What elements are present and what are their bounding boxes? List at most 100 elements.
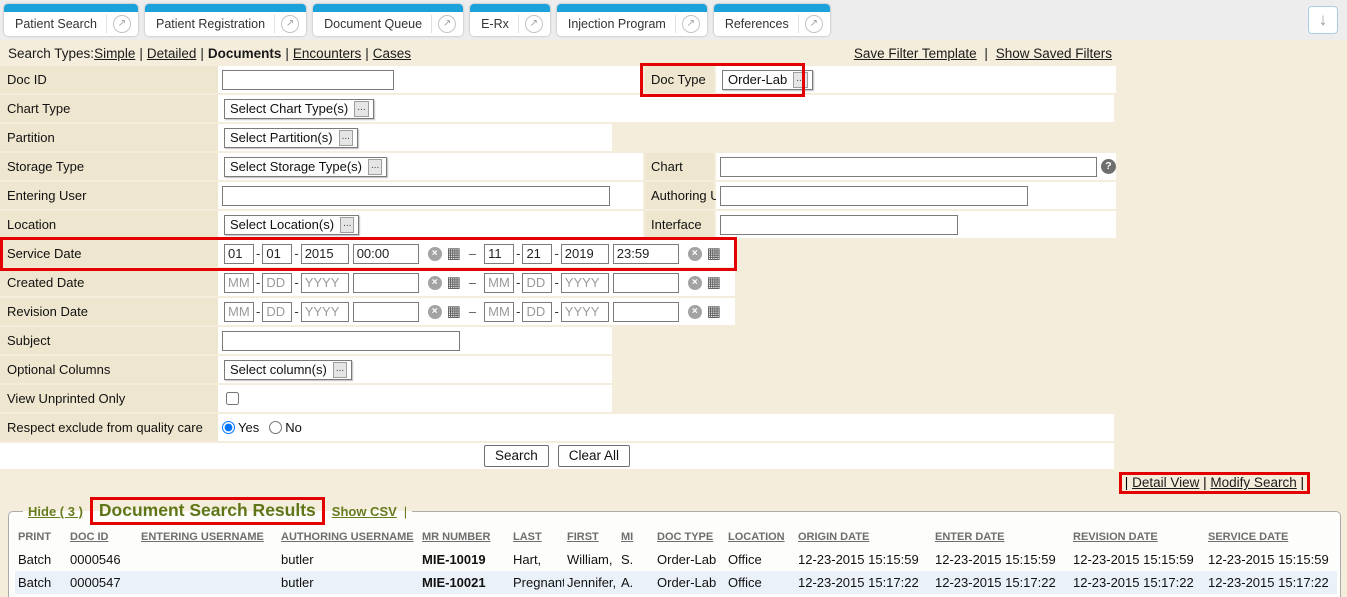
tab-scroll-down-button[interactable]: ↓ — [1308, 6, 1338, 34]
service-to-time-input[interactable] — [613, 244, 679, 264]
storage-type-select-button[interactable]: Select Storage Type(s) ... — [224, 157, 387, 177]
column-header-entering-username[interactable]: ENTERING USERNAME — [138, 527, 278, 548]
tab-patient-search[interactable]: Patient Search ↗ — [4, 4, 138, 36]
created-to-day-input[interactable] — [522, 273, 552, 293]
chart-input[interactable] — [720, 157, 1097, 177]
entering-user-input[interactable] — [222, 186, 610, 206]
tab-patient-registration[interactable]: Patient Registration ↗ — [145, 4, 306, 36]
column-header-doc-id[interactable]: DOC ID — [67, 527, 138, 548]
service-from-month-input[interactable] — [224, 244, 254, 264]
revision-from-year-input[interactable] — [301, 302, 349, 322]
clear-date-icon[interactable]: × — [428, 305, 442, 319]
help-icon[interactable]: ? — [1101, 159, 1116, 174]
save-filter-template-link[interactable]: Save Filter Template — [854, 46, 977, 61]
search-type-detailed[interactable]: Detailed — [147, 46, 197, 61]
revision-from-day-input[interactable] — [262, 302, 292, 322]
column-header-service-date[interactable]: SERVICE DATE — [1205, 527, 1337, 548]
service-from-time-input[interactable] — [353, 244, 419, 264]
created-from-day-input[interactable] — [262, 273, 292, 293]
revision-from-month-input[interactable] — [224, 302, 254, 322]
optional-columns-select-button[interactable]: Select column(s) ... — [224, 360, 352, 380]
column-header-last[interactable]: LAST — [510, 527, 564, 548]
tab-injection-program[interactable]: Injection Program ↗ — [557, 4, 707, 36]
tab-label: Document Queue — [324, 17, 422, 31]
created-from-year-input[interactable] — [301, 273, 349, 293]
popout-icon[interactable]: ↗ — [438, 15, 456, 33]
result-actions-row: | Detail View | Modify Search | — [0, 471, 1347, 495]
service-to-month-input[interactable] — [484, 244, 514, 264]
subject-input[interactable] — [222, 331, 460, 351]
show-saved-filters-link[interactable]: Show Saved Filters — [996, 46, 1112, 61]
column-header-authoring-username[interactable]: AUTHORING USERNAME — [278, 527, 419, 548]
cell-entering-username — [138, 571, 278, 594]
service-to-day-input[interactable] — [522, 244, 552, 264]
column-header-mi[interactable]: MI — [618, 527, 654, 548]
column-header-revision-date[interactable]: REVISION DATE — [1070, 527, 1205, 548]
service-from-day-input[interactable] — [262, 244, 292, 264]
respect-radio-no[interactable] — [269, 421, 282, 434]
column-header-location[interactable]: LOCATION — [725, 527, 795, 548]
column-header-enter-date[interactable]: ENTER DATE — [932, 527, 1070, 548]
popout-icon[interactable]: ↗ — [113, 15, 131, 33]
search-type-documents[interactable]: Documents — [208, 46, 282, 61]
detail-view-link[interactable]: Detail View — [1132, 475, 1199, 490]
doc-id-input[interactable] — [222, 70, 394, 90]
tab-document-queue[interactable]: Document Queue ↗ — [313, 4, 463, 36]
calendar-icon[interactable]: ▦ — [707, 275, 721, 290]
revision-to-time-input[interactable] — [613, 302, 679, 322]
tab-references[interactable]: References ↗ — [714, 4, 830, 36]
calendar-icon[interactable]: ▦ — [707, 246, 721, 261]
authoring-user-input[interactable] — [720, 186, 1028, 206]
service-from-year-input[interactable] — [301, 244, 349, 264]
popout-icon[interactable]: ↗ — [682, 15, 700, 33]
revision-from-time-input[interactable] — [353, 302, 419, 322]
row-view-unprinted: View Unprinted Only — [0, 385, 1347, 412]
search-type-simple[interactable]: Simple — [94, 46, 135, 61]
clear-date-icon[interactable]: × — [688, 305, 702, 319]
search-type-encounters[interactable]: Encounters — [293, 46, 361, 61]
view-unprinted-checkbox[interactable] — [226, 392, 239, 405]
column-header-origin-date[interactable]: ORIGIN DATE — [795, 527, 932, 548]
popout-icon[interactable]: ↗ — [805, 15, 823, 33]
column-header-first[interactable]: FIRST — [564, 527, 618, 548]
created-from-time-input[interactable] — [353, 273, 419, 293]
date-separator: - — [256, 246, 260, 261]
clear-all-button[interactable]: Clear All — [558, 445, 630, 467]
search-button[interactable]: Search — [484, 445, 549, 467]
clear-date-icon[interactable]: × — [428, 276, 442, 290]
show-csv-link[interactable]: Show CSV — [332, 504, 397, 519]
clear-date-icon[interactable]: × — [428, 247, 442, 261]
calendar-icon[interactable]: ▦ — [707, 304, 721, 319]
created-from-month-input[interactable] — [224, 273, 254, 293]
revision-to-month-input[interactable] — [484, 302, 514, 322]
tab-e-rx[interactable]: E-Rx ↗ — [470, 4, 550, 36]
created-to-time-input[interactable] — [613, 273, 679, 293]
calendar-icon[interactable]: ▦ — [447, 304, 461, 319]
interface-input[interactable] — [720, 215, 958, 235]
location-select-button[interactable]: Select Location(s) ... — [224, 215, 359, 235]
date-separator: - — [554, 246, 558, 261]
column-header-mr-number[interactable]: MR NUMBER — [419, 527, 510, 548]
doc-type-select-button[interactable]: Order-Lab ... — [722, 70, 813, 90]
calendar-icon[interactable]: ▦ — [447, 275, 461, 290]
popout-icon[interactable]: ↗ — [281, 15, 299, 33]
popout-icon[interactable]: ↗ — [525, 15, 543, 33]
respect-radio-yes[interactable] — [222, 421, 235, 434]
partition-select-button[interactable]: Select Partition(s) ... — [224, 128, 358, 148]
created-to-year-input[interactable] — [561, 273, 609, 293]
clear-date-icon[interactable]: × — [688, 276, 702, 290]
chart-type-select-button[interactable]: Select Chart Type(s) ... — [224, 99, 374, 119]
hide-results-link[interactable]: Hide ( 3 ) — [28, 504, 83, 519]
results-table: PRINTDOC IDENTERING USERNAMEAUTHORING US… — [15, 527, 1337, 597]
revision-to-year-input[interactable] — [561, 302, 609, 322]
results-legend: Hide ( 3 ) Document Search Results Show … — [23, 497, 412, 525]
calendar-icon[interactable]: ▦ — [447, 246, 461, 261]
service-to-year-input[interactable] — [561, 244, 609, 264]
revision-to-day-input[interactable] — [522, 302, 552, 322]
tab-divider — [518, 15, 519, 33]
modify-search-link[interactable]: Modify Search — [1210, 475, 1296, 490]
column-header-doc-type[interactable]: DOC TYPE — [654, 527, 725, 548]
clear-date-icon[interactable]: × — [688, 247, 702, 261]
search-type-cases[interactable]: Cases — [373, 46, 411, 61]
created-to-month-input[interactable] — [484, 273, 514, 293]
